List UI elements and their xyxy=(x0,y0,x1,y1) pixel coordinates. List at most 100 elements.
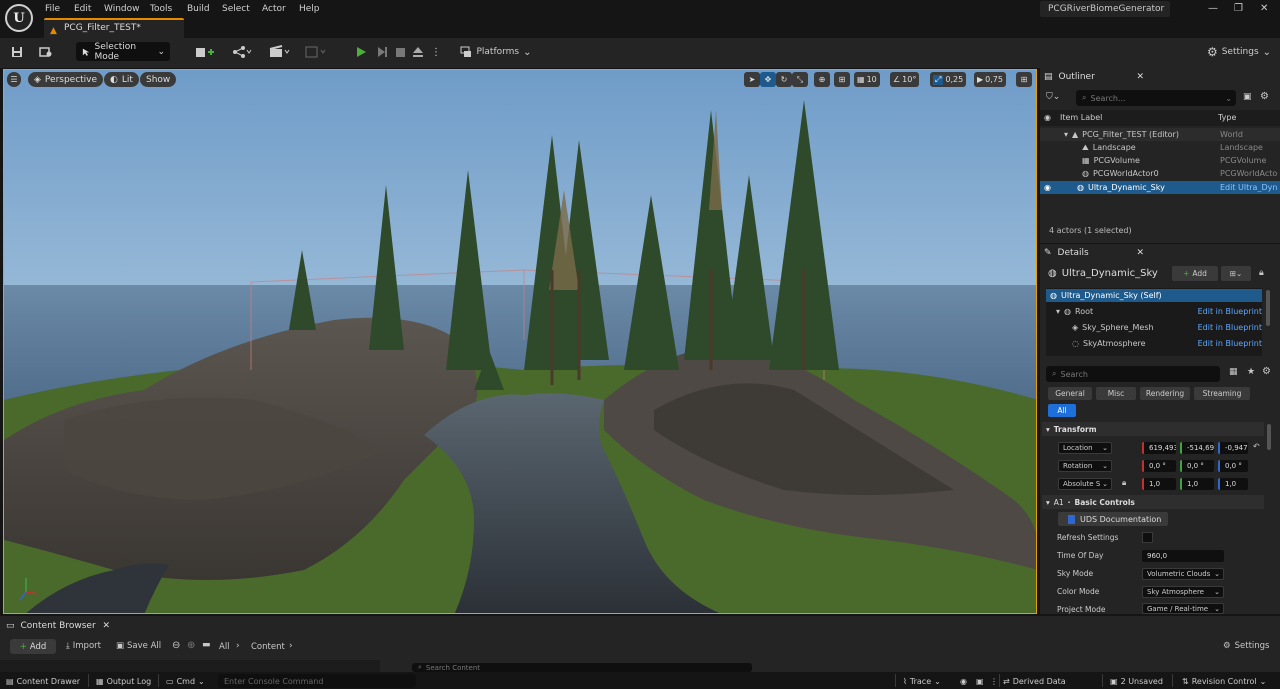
breadcrumb-content[interactable]: Content xyxy=(251,642,285,652)
stop-icon[interactable] xyxy=(392,42,408,62)
save-all-button[interactable]: ▣ Save All xyxy=(116,641,161,651)
show-button[interactable]: Show xyxy=(140,72,177,87)
menu-tools[interactable]: Tools xyxy=(150,2,172,16)
eject-icon[interactable] xyxy=(410,42,426,62)
browse-icon[interactable] xyxy=(36,42,56,62)
import-button[interactable]: ⤓ Import xyxy=(66,641,101,651)
revision-control-button[interactable]: ⇅ Revision Control ⌄ xyxy=(1182,674,1266,688)
filter-icon[interactable]: ⛉⌄ xyxy=(1046,92,1060,102)
refresh-settings-checkbox[interactable] xyxy=(1142,532,1153,543)
details-settings-icon[interactable]: ⚙ xyxy=(1262,366,1271,377)
project-mode-dropdown[interactable]: Game / Real-time ⌄ xyxy=(1142,603,1224,614)
lock-icon[interactable]: 🔒︎ xyxy=(1259,268,1264,278)
basic-controls-section-header[interactable]: ▾ A1 · Basic Controls xyxy=(1042,495,1264,509)
selection-mode-dropdown[interactable]: Selection Mode ⌄ xyxy=(76,42,170,62)
menu-edit[interactable]: Edit xyxy=(74,2,91,16)
perspective-button[interactable]: ◈ Perspective xyxy=(28,72,104,87)
add-folder-icon[interactable]: ▣ xyxy=(1243,92,1252,102)
add-actor-icon[interactable] xyxy=(192,42,220,62)
trace-dropdown[interactable]: ⌇ Trace ⌄ xyxy=(903,674,941,688)
item-label-header[interactable]: Item Label xyxy=(1060,113,1102,122)
details-search-input[interactable]: ⌕ Search xyxy=(1046,366,1220,382)
translate-tool-icon[interactable]: ✥ xyxy=(760,72,776,87)
viewport-layout-icon[interactable]: ⊞ xyxy=(1016,72,1032,87)
menu-window[interactable]: Window xyxy=(104,2,140,16)
outliner-settings-icon[interactable]: ⚙ xyxy=(1260,91,1269,102)
outliner-tab[interactable]: ▤ Outliner ✕ xyxy=(1044,68,1144,86)
mode-icon[interactable] xyxy=(302,42,330,62)
category-rendering[interactable]: Rendering xyxy=(1140,387,1190,400)
rotation-snap-button[interactable]: ∠ 10° xyxy=(890,72,920,87)
minimize-icon[interactable]: — xyxy=(1208,3,1218,14)
output-log-button[interactable]: ▦ Output Log xyxy=(96,674,151,688)
unreal-logo-icon[interactable]: U xyxy=(5,4,33,32)
menu-help[interactable]: Help xyxy=(299,2,320,16)
close-icon[interactable]: ✕ xyxy=(102,621,110,631)
rotate-tool-icon[interactable]: ↻ xyxy=(776,72,792,87)
camera-speed-button[interactable]: ▶ 0,75 xyxy=(974,72,1006,87)
close-icon[interactable]: ✕ xyxy=(1136,72,1144,82)
world-space-icon[interactable]: ⊕ xyxy=(814,72,830,87)
menu-build[interactable]: Build xyxy=(187,2,210,16)
category-general[interactable]: General xyxy=(1048,387,1092,400)
component-scrollbar[interactable] xyxy=(1266,290,1270,326)
component-row[interactable]: ◌ SkyAtmosphere Edit in Blueprint xyxy=(1046,337,1262,350)
more-options-icon[interactable]: ⋮ xyxy=(990,674,998,688)
time-of-day-field[interactable]: 960,0 xyxy=(1142,550,1224,562)
component-row-self[interactable]: ◍ Ultra_Dynamic_Sky (Self) xyxy=(1046,289,1262,302)
blueprint-icon[interactable] xyxy=(228,42,256,62)
forward-icon[interactable]: ⊕ xyxy=(187,640,195,651)
save-icon[interactable] xyxy=(8,42,26,62)
content-browser-tab[interactable]: ▭ Content Browser ✕ xyxy=(6,617,110,635)
rotation-x-field[interactable]: 0,0 ° xyxy=(1142,460,1176,472)
category-all[interactable]: All xyxy=(1048,404,1076,417)
location-x-field[interactable]: 619,493 xyxy=(1142,442,1176,454)
blueprint-options-button[interactable]: ⊞⌄ xyxy=(1221,266,1251,281)
content-add-button[interactable]: + Add xyxy=(10,639,56,654)
folder-icon[interactable]: ▬ xyxy=(202,640,211,650)
location-y-field[interactable]: -514,69 xyxy=(1180,442,1214,454)
content-search-input[interactable]: ⌕ Search Content xyxy=(412,663,752,672)
cinematics-icon[interactable] xyxy=(266,42,294,62)
scale-mode-dropdown[interactable]: Absolute S ⌄ xyxy=(1058,478,1112,490)
table-view-icon[interactable]: ▦ xyxy=(1229,367,1238,377)
more-options-icon[interactable]: ⋮ xyxy=(430,42,442,62)
menu-select[interactable]: Select xyxy=(222,2,250,16)
rotation-y-field[interactable]: 0,0 ° xyxy=(1180,460,1214,472)
tree-row[interactable]: ⛰ Landscape Landscape xyxy=(1040,141,1280,154)
rotation-mode-dropdown[interactable]: Rotation ⌄ xyxy=(1058,460,1112,472)
select-tool-icon[interactable]: ➤ xyxy=(744,72,760,87)
tree-row[interactable]: ◍ PCGWorldActor0 PCGWorldActor xyxy=(1040,167,1280,180)
eye-icon[interactable]: ◉ xyxy=(1044,183,1051,192)
unsaved-button[interactable]: ▣ 2 Unsaved xyxy=(1110,674,1163,688)
rotation-z-field[interactable]: 0,0 ° xyxy=(1218,460,1248,472)
menu-file[interactable]: File xyxy=(45,2,60,16)
tree-row-selected[interactable]: ◉ ◍ Ultra_Dynamic_Sky Edit Ultra_Dyn xyxy=(1040,181,1280,194)
camera-icon[interactable]: ▣ xyxy=(976,674,984,688)
level-viewport[interactable] xyxy=(3,69,1037,614)
component-row[interactable]: ▾ ◍ Root Edit in Blueprint xyxy=(1046,305,1262,318)
details-scrollbar[interactable] xyxy=(1267,424,1271,450)
component-row[interactable]: ◈ Sky_Sphere_Mesh Edit in Blueprint xyxy=(1046,321,1262,334)
uds-documentation-button[interactable]: UDS Documentation xyxy=(1058,512,1168,526)
surface-snap-icon[interactable]: ⊞ xyxy=(834,72,850,87)
viewport-menu-icon[interactable]: ☰ xyxy=(7,72,21,87)
close-window-icon[interactable]: ✕ xyxy=(1260,3,1268,14)
add-component-button[interactable]: + Add xyxy=(1172,266,1218,281)
tree-row[interactable]: ▾ ▲ PCG_Filter_TEST (Editor) World xyxy=(1040,128,1280,141)
category-misc[interactable]: Misc xyxy=(1096,387,1136,400)
step-icon[interactable] xyxy=(374,42,390,62)
console-command-input[interactable]: Enter Console Command xyxy=(218,674,416,688)
scale-tool-icon[interactable]: ⤡ xyxy=(792,72,808,87)
star-icon[interactable]: ★ xyxy=(1247,367,1255,377)
breadcrumb-all[interactable]: All xyxy=(219,642,230,652)
transform-section-header[interactable]: ▾ Transform xyxy=(1042,422,1264,436)
scale-x-field[interactable]: 1,0 xyxy=(1142,478,1176,490)
close-icon[interactable]: ✕ xyxy=(1136,248,1144,258)
details-tab[interactable]: ✎ Details ✕ xyxy=(1044,244,1144,262)
sky-mode-dropdown[interactable]: Volumetric Clouds ⌄ xyxy=(1142,568,1224,580)
category-streaming[interactable]: Streaming xyxy=(1194,387,1250,400)
content-settings-button[interactable]: ⚙ Settings xyxy=(1223,641,1270,651)
color-mode-dropdown[interactable]: Sky Atmosphere ⌄ xyxy=(1142,586,1224,598)
settings-button[interactable]: ⚙ Settings ⌄ xyxy=(1206,42,1272,62)
